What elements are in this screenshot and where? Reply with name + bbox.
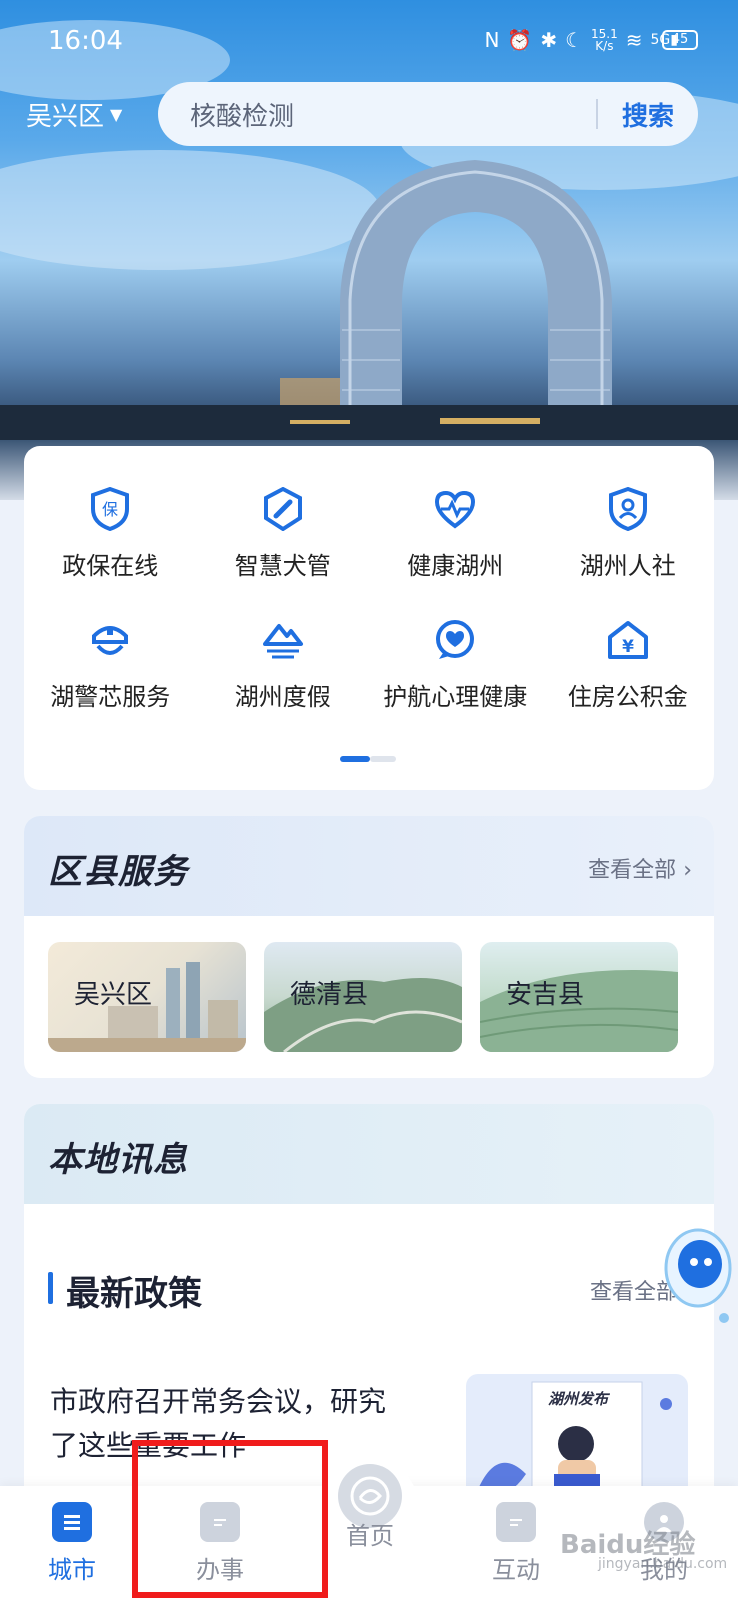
quick-services-grid: 保 政保在线 智慧犬管 健康湖州 湖州人社 湖警芯服务 湖州度假 护航心理健康 … (24, 486, 714, 712)
service-item[interactable]: ¥ 住房公积金 (542, 617, 715, 712)
baidu-watermark-url: jingyan.baidu.com (598, 1556, 728, 1572)
local-news-header: 本地讯息 (24, 1104, 714, 1204)
nav-label: 互动 (492, 1556, 540, 1584)
wifi-icon: ≋ (625, 28, 643, 52)
region-label: 吴兴区 (26, 102, 105, 132)
status-time: 16:04 (48, 26, 123, 56)
service-item[interactable]: 湖警芯服务 (24, 617, 197, 712)
article-title[interactable]: 市政府召开常务会议，研究了这些重要工作 (50, 1380, 410, 1468)
svg-text:保: 保 (102, 500, 118, 519)
hotel-skyline-image (0, 20, 738, 500)
search-input[interactable]: 核酸检测 (190, 96, 596, 133)
thumb-caption: 湖州发布 (548, 1390, 609, 1408)
quick-services-card: 保 政保在线 智慧犬管 健康湖州 湖州人社 湖警芯服务 湖州度假 护航心理健康 … (24, 446, 714, 790)
network-speed: 15.1 K/s (591, 27, 618, 53)
district-title: 区县服务 (48, 852, 188, 892)
battery-icon: 45 (662, 30, 698, 50)
nfc-icon: N (484, 28, 500, 52)
moon-icon: ☾ (565, 28, 584, 52)
chevron-right-icon: › (683, 858, 692, 883)
insurance-shield-icon: 保 (87, 486, 133, 532)
nav-label: 办事 (196, 1556, 244, 1584)
service-item[interactable]: 湖州度假 (197, 617, 370, 712)
mountain-water-icon (260, 617, 306, 663)
service-label: 湖州人社 (579, 552, 676, 580)
person-shield-icon (605, 486, 651, 532)
yuan-house-icon: ¥ (605, 617, 651, 663)
service-label: 湖警芯服务 (50, 683, 171, 711)
caret-down-icon: ▼ (110, 105, 123, 124)
nav-label: 首页 (346, 1522, 394, 1550)
city-list-icon (52, 1502, 92, 1542)
bluetooth-icon: ✱ (540, 28, 558, 52)
district-name: 吴兴区 (74, 980, 153, 1010)
service-item[interactable]: 湖州人社 (542, 486, 715, 581)
nav-interact[interactable]: 互动 (456, 1502, 576, 1585)
district-card-wuxing[interactable]: 吴兴区 (48, 942, 246, 1052)
page-dot-active (340, 756, 370, 762)
service-label: 政保在线 (62, 552, 159, 580)
policy-accent-bar (48, 1272, 53, 1304)
district-card-deqing[interactable]: 德清县 (264, 942, 462, 1052)
district-header: 区县服务 查看全部 › (24, 816, 714, 916)
service-item[interactable]: 保 政保在线 (24, 486, 197, 581)
service-label: 湖州度假 (234, 683, 331, 711)
service-item[interactable]: 健康湖州 (369, 486, 542, 581)
robot-icon (664, 1228, 732, 1323)
policy-title: 最新政策 (66, 1274, 202, 1314)
status-bar: 16:04 N ⏰ ✱ ☾ 15.1 K/s ≋ 5G▮ 45 (0, 22, 738, 62)
search-bar[interactable]: 核酸检测 搜索 (158, 82, 698, 146)
service-label: 护航心理健康 (383, 683, 528, 711)
nav-home[interactable]: 首页 (310, 1516, 430, 1551)
police-cap-icon (87, 617, 133, 663)
page-indicator (340, 756, 396, 762)
chat-bubble-icon (496, 1502, 536, 1542)
nav-city[interactable]: 城市 (12, 1502, 132, 1585)
service-label: 健康湖州 (407, 552, 504, 580)
alarm-icon: ⏰ (507, 28, 533, 52)
service-label: 智慧犬管 (234, 552, 331, 580)
region-selector[interactable]: 吴兴区 ▼ (26, 96, 122, 133)
clipboard-icon (200, 1502, 240, 1542)
search-button[interactable]: 搜索 (598, 96, 698, 133)
nav-affairs[interactable]: 办事 (160, 1502, 280, 1585)
bone-shield-icon (260, 486, 306, 532)
district-name: 安吉县 (506, 980, 585, 1010)
status-icons: N ⏰ ✱ ☾ 15.1 K/s ≋ 5G▮ (484, 28, 678, 52)
svg-text:¥: ¥ (622, 637, 634, 657)
service-item[interactable]: 智慧犬管 (197, 486, 370, 581)
hero-banner (0, 0, 738, 500)
local-news-card: 本地讯息 最新政策 查看全部 市政府召开常务会议，研究了这些重要工作 湖州发布 (24, 1104, 714, 1504)
article-thumbnail[interactable]: 湖州发布 (466, 1374, 688, 1504)
heart-chat-icon (432, 617, 478, 663)
service-item[interactable]: 护航心理健康 (369, 617, 542, 712)
assistant-robot-button[interactable] (658, 1208, 738, 1328)
district-more-link[interactable]: 查看全部 › (588, 852, 692, 884)
local-news-title: 本地讯息 (48, 1140, 188, 1180)
heart-pulse-icon (432, 486, 478, 532)
service-label: 住房公积金 (567, 683, 688, 711)
district-card-anji[interactable]: 安吉县 (480, 942, 678, 1052)
page-dot (370, 756, 396, 762)
nav-label: 城市 (48, 1556, 96, 1584)
district-services-card: 区县服务 查看全部 › 吴兴区 德清县 安吉县 (24, 816, 714, 1078)
district-name: 德清县 (290, 980, 369, 1010)
